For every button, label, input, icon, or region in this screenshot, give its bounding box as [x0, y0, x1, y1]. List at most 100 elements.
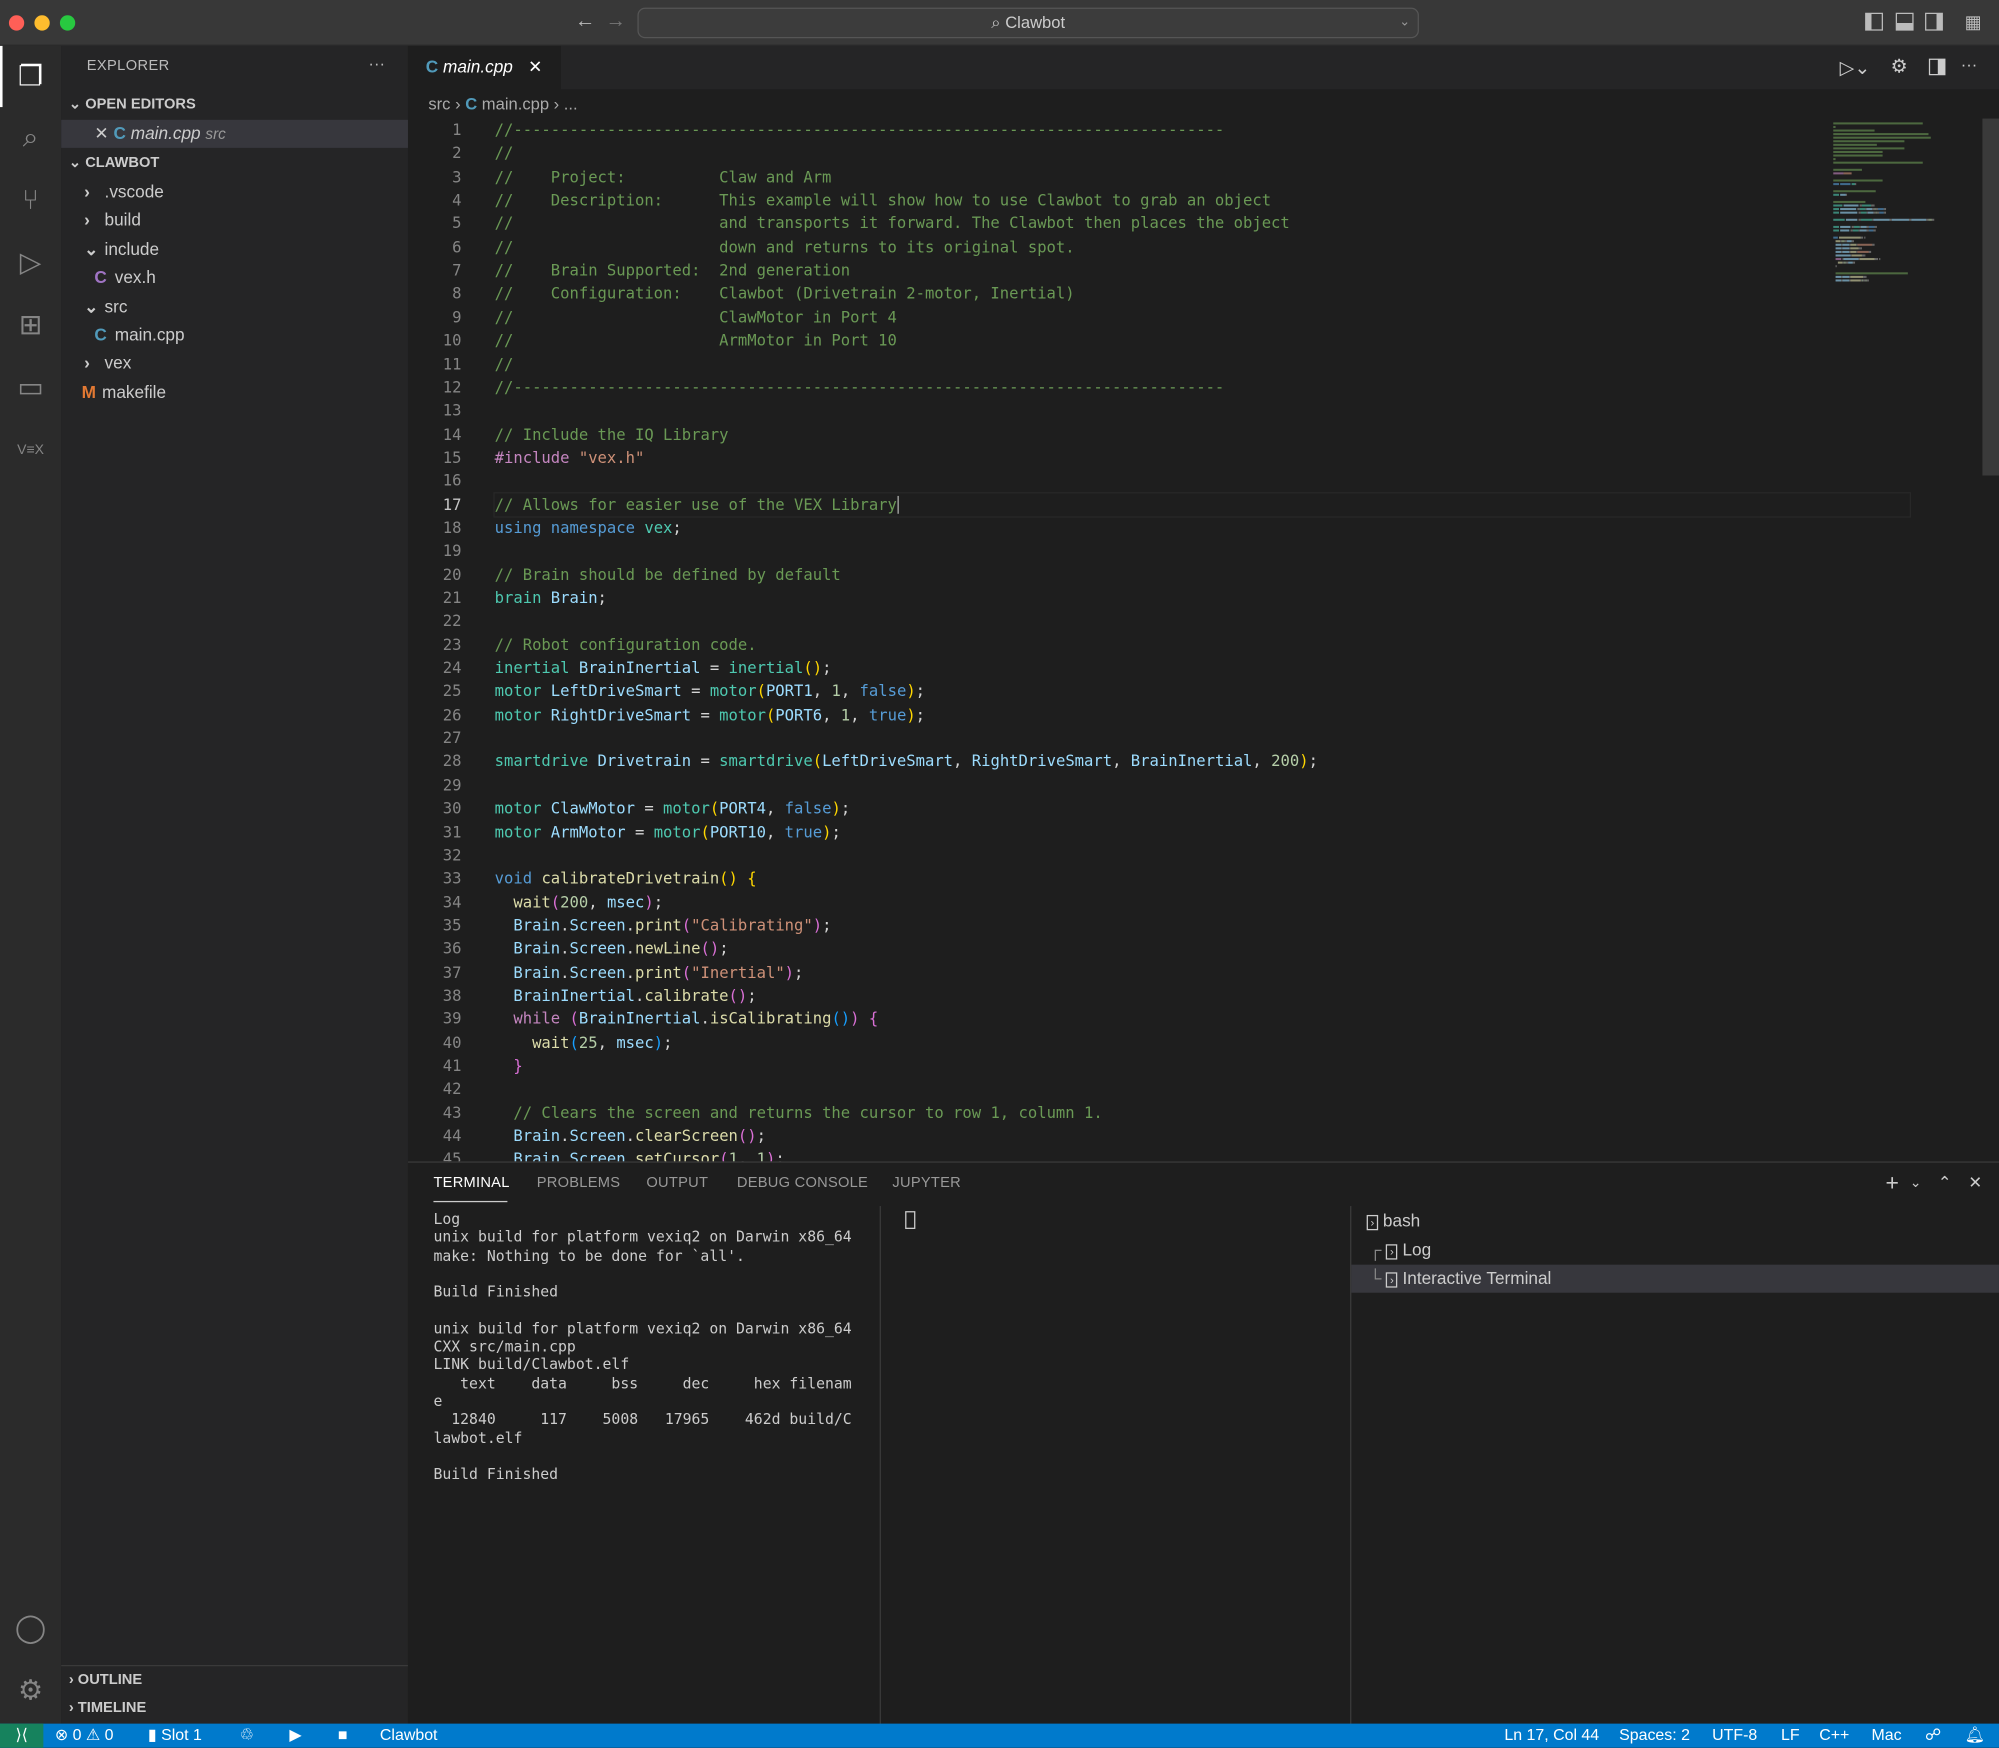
code-line[interactable]: // Project: Claw and Arm: [495, 165, 832, 188]
customize-layout-icon[interactable]: ▦: [1965, 11, 1982, 33]
code-line[interactable]: BrainInertial.calibrate();: [495, 984, 756, 1007]
code-line[interactable]: wait(200, msec);: [495, 891, 663, 914]
tree-item[interactable]: ⌄ src: [61, 293, 408, 321]
chevron-down-icon[interactable]: ⌄: [1399, 9, 1410, 37]
toggle-sidebar-icon[interactable]: [1865, 12, 1883, 31]
code-line[interactable]: // Allows for easier use of the VEX Libr…: [493, 491, 1912, 518]
language-mode[interactable]: C++: [1819, 1724, 1849, 1748]
outline-section[interactable]: › OUTLINE: [61, 1664, 408, 1693]
source-control-icon[interactable]: ⑂: [0, 170, 61, 231]
maximize-window-button[interactable]: [59, 15, 76, 31]
code-line[interactable]: // ClawMotor in Port 4: [495, 306, 897, 329]
code-line[interactable]: wait(25, msec);: [495, 1031, 672, 1054]
settings-gear-icon[interactable]: ⚙: [1891, 55, 1908, 78]
stop-icon[interactable]: ■: [338, 1724, 348, 1748]
breadcrumb-src[interactable]: src: [428, 94, 450, 113]
tree-item[interactable]: Cmain.cpp: [61, 321, 408, 349]
terminal-cursor[interactable]: [905, 1211, 916, 1229]
feedback-icon[interactable]: ☍: [1925, 1724, 1941, 1748]
vex-extension-icon[interactable]: V≡X: [0, 419, 61, 480]
close-window-button[interactable]: [8, 15, 25, 31]
remote-explorer-icon[interactable]: ▭: [0, 357, 61, 418]
remote-indicator-icon[interactable]: ⟩⟨: [0, 1723, 44, 1748]
tree-item[interactable]: Mmakefile: [61, 378, 408, 406]
project-section[interactable]: ⌄ CLAWBOT: [61, 149, 408, 177]
code-line[interactable]: motor RightDriveSmart = motor(PORT6, 1, …: [495, 703, 925, 726]
tree-item[interactable]: ⌄ include: [61, 236, 408, 264]
run-icon[interactable]: ▶: [289, 1724, 301, 1748]
code-line[interactable]: Brain.Screen.print("Calibrating");: [495, 914, 831, 937]
timeline-section[interactable]: › TIMELINE: [61, 1694, 408, 1722]
build-icon[interactable]: ♲: [240, 1724, 254, 1748]
toggle-secondary-sidebar-icon[interactable]: [1925, 12, 1943, 31]
code-line[interactable]: Brain.Screen.setCursor(1, 1);: [495, 1148, 784, 1161]
project-name[interactable]: Clawbot: [380, 1724, 438, 1748]
tab-output[interactable]: OUTPUT: [646, 1175, 708, 1190]
breadcrumb-symbol[interactable]: ...: [564, 94, 578, 113]
explorer-icon[interactable]: ❐: [0, 46, 61, 107]
forward-arrow-icon[interactable]: →: [606, 10, 626, 33]
terminal-item-bash[interactable]: › bash: [1351, 1207, 1999, 1235]
code-line[interactable]: // Include the IQ Library: [495, 423, 729, 446]
tab-jupyter[interactable]: JUPYTER: [892, 1175, 961, 1190]
editor-scrollbar[interactable]: [1982, 118, 1999, 476]
code-line[interactable]: while (BrainInertial.isCalibrating()) {: [495, 1008, 878, 1031]
tab-debug-console[interactable]: DEBUG CONSOLE: [737, 1175, 868, 1190]
code-line[interactable]: using namespace vex;: [495, 516, 682, 539]
terminal-output-log[interactable]: Log unix build for platform vexiq2 on Da…: [433, 1210, 851, 1483]
code-line[interactable]: void calibrateDrivetrain() {: [495, 867, 757, 890]
minimize-window-button[interactable]: [34, 15, 50, 31]
run-debug-icon[interactable]: ▷: [0, 232, 61, 293]
more-actions-icon[interactable]: ···: [368, 54, 385, 73]
platform[interactable]: Mac: [1872, 1724, 1902, 1748]
end-of-line[interactable]: LF: [1781, 1724, 1800, 1748]
code-line[interactable]: // down and returns to its original spot…: [495, 236, 1075, 259]
slot-selector[interactable]: ▮ Slot 1: [148, 1724, 202, 1748]
code-line[interactable]: // Configuration: Clawbot (Drivetrain 2-…: [495, 282, 1075, 305]
open-editor-item[interactable]: ✕ C main.cpp src: [61, 119, 408, 148]
tree-item[interactable]: › vex: [61, 350, 408, 378]
indentation[interactable]: Spaces: 2: [1619, 1724, 1690, 1748]
minimap[interactable]: [1829, 119, 1982, 348]
encoding[interactable]: UTF-8: [1712, 1724, 1757, 1748]
tree-item[interactable]: › .vscode: [61, 178, 408, 206]
code-line[interactable]: // and transports it forward. The Clawbo…: [495, 212, 1290, 235]
code-line[interactable]: //: [495, 353, 514, 376]
open-editors-section[interactable]: ⌄ OPEN EDITORS: [61, 91, 408, 119]
code-line[interactable]: Brain.Screen.clearScreen();: [495, 1124, 766, 1147]
chevron-down-icon[interactable]: ⌄: [1910, 1174, 1922, 1190]
code-line[interactable]: //: [495, 142, 514, 165]
accounts-icon[interactable]: ◯: [0, 1597, 61, 1658]
code-line[interactable]: // ArmMotor in Port 10: [495, 329, 897, 352]
tree-item[interactable]: › build: [61, 207, 408, 235]
close-icon[interactable]: ✕: [94, 124, 113, 143]
notifications-bell-icon[interactable]: 🔔︎: [1965, 1724, 1985, 1748]
search-icon[interactable]: ⌕: [0, 107, 61, 168]
toggle-panel-icon[interactable]: [1895, 12, 1914, 31]
code-line[interactable]: //--------------------------------------…: [495, 119, 1225, 142]
new-terminal-icon[interactable]: +: [1886, 1170, 1899, 1197]
code-line[interactable]: }: [495, 1054, 522, 1077]
back-arrow-icon[interactable]: ←: [575, 10, 595, 33]
breadcrumb-file[interactable]: main.cpp: [482, 94, 549, 113]
split-editor-icon[interactable]: [1928, 58, 1946, 76]
code-line[interactable]: #include "vex.h": [495, 446, 645, 469]
extensions-icon[interactable]: ⊞: [0, 294, 61, 355]
terminal-item-log[interactable]: ┌ › Log: [1351, 1237, 1999, 1265]
tab-problems[interactable]: PROBLEMS: [537, 1175, 621, 1190]
problems-indicator[interactable]: ⊗ 0 ⚠ 0: [55, 1724, 114, 1748]
code-line[interactable]: brain Brain;: [495, 586, 607, 609]
more-actions-icon[interactable]: ···: [1961, 55, 1978, 74]
close-panel-icon[interactable]: ✕: [1968, 1173, 1982, 1193]
command-center-search[interactable]: ⌕ Clawbot ⌄: [637, 7, 1419, 39]
tree-item[interactable]: Cvex.h: [61, 264, 408, 292]
terminal-item-interactive[interactable]: └ › Interactive Terminal: [1351, 1264, 1999, 1293]
code-line[interactable]: // Brain Supported: 2nd generation: [495, 259, 850, 282]
run-icon[interactable]: ▷⌄: [1840, 56, 1871, 79]
code-line[interactable]: inertial BrainInertial = inertial();: [495, 657, 832, 680]
close-tab-icon[interactable]: ✕: [528, 57, 542, 76]
code-line[interactable]: //--------------------------------------…: [495, 376, 1225, 399]
code-line[interactable]: Brain.Screen.newLine();: [495, 937, 728, 960]
code-editor[interactable]: 1 //-------------------------------------…: [408, 119, 1982, 1161]
code-line[interactable]: smartdrive Drivetrain = smartdrive(LeftD…: [495, 750, 1318, 773]
